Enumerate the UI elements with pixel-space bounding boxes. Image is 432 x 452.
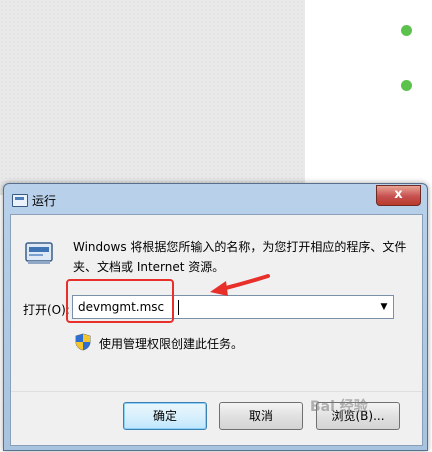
close-button[interactable]: x xyxy=(376,185,421,206)
background-white-area xyxy=(305,0,432,195)
open-label: 打开(O): xyxy=(23,303,70,317)
uac-shield-icon xyxy=(75,333,91,351)
green-dot xyxy=(401,80,412,91)
dialog-description: Windows 将根据您所输入的名称，为您打开相应的程序、文件夹、文档或 Int… xyxy=(73,240,407,274)
run-icon-small xyxy=(12,194,28,207)
green-dot xyxy=(401,25,412,36)
admin-note: 使用管理权限创建此任务。 xyxy=(99,337,244,351)
watermark: Bai 经验 xyxy=(310,399,368,415)
dropdown-arrow-icon[interactable]: ▼ xyxy=(375,296,393,318)
highlight-box xyxy=(66,279,174,323)
cancel-button[interactable]: 取消 xyxy=(219,402,303,430)
window-title: 运行 xyxy=(32,194,57,208)
annotation-arrow-icon xyxy=(210,274,270,296)
ok-button[interactable]: 确定 xyxy=(123,402,207,430)
title-bar[interactable]: 运行 x xyxy=(4,184,427,216)
background-gray-area xyxy=(0,0,305,195)
run-program-icon xyxy=(25,242,53,264)
text-caret xyxy=(178,300,179,315)
